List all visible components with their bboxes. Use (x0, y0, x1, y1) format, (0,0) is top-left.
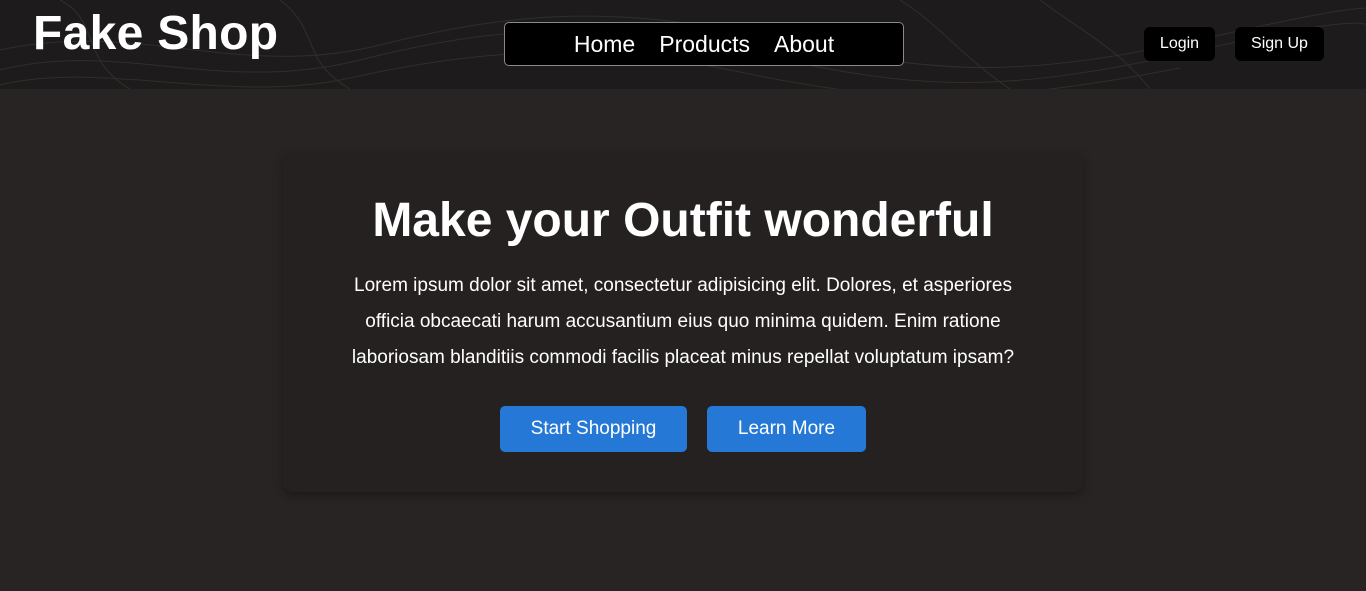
hero-card: Make your Outfit wonderful Lorem ipsum d… (283, 153, 1083, 492)
signup-button[interactable]: Sign Up (1235, 27, 1324, 61)
hero-title: Make your Outfit wonderful (372, 194, 994, 247)
site-header: Fake Shop Home Products About Login Sign… (0, 0, 1366, 89)
brand-logo-text[interactable]: Fake Shop (33, 8, 278, 60)
login-button[interactable]: Login (1144, 27, 1215, 61)
nav-link-home[interactable]: Home (574, 22, 635, 66)
hero-description: Lorem ipsum dolor sit amet, consectetur … (351, 275, 1015, 368)
nav-link-products[interactable]: Products (659, 22, 750, 66)
learn-more-button[interactable]: Learn More (707, 406, 866, 452)
start-shopping-button[interactable]: Start Shopping (500, 406, 687, 452)
main-nav: Home Products About (504, 22, 904, 66)
nav-link-about[interactable]: About (774, 22, 834, 66)
